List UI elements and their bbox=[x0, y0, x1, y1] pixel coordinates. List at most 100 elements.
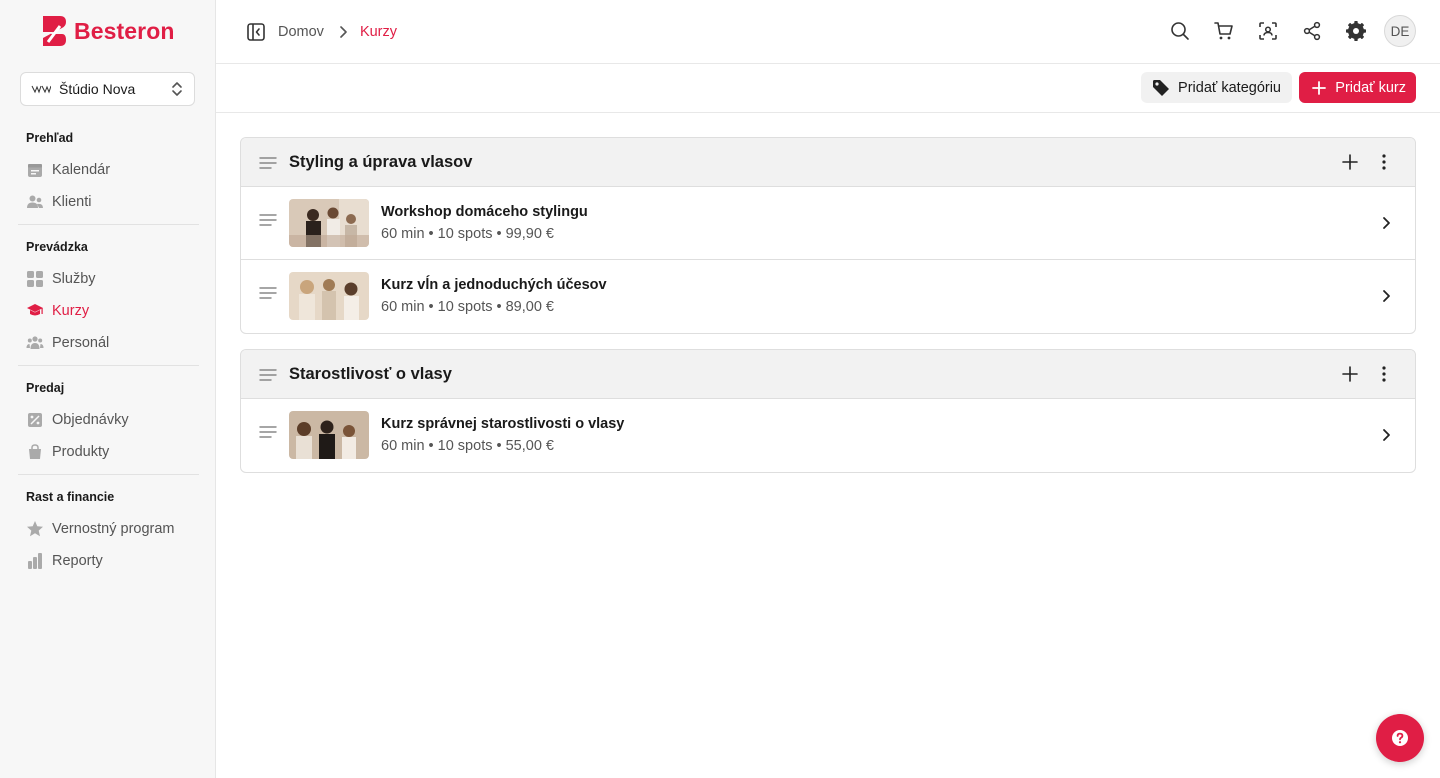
star-icon bbox=[26, 520, 44, 538]
help-button[interactable] bbox=[1376, 714, 1424, 762]
course-row[interactable]: Kurz správnej starostlivosti o vlasy 60 … bbox=[241, 399, 1415, 472]
sidebar-item-label: Vernostný program bbox=[52, 521, 175, 537]
plus-icon bbox=[1312, 80, 1327, 95]
course-meta: 60 min • 10 spots • 99,90 € bbox=[381, 226, 554, 242]
share-button[interactable] bbox=[1290, 14, 1334, 48]
gear-icon bbox=[1346, 21, 1366, 41]
scan-button[interactable] bbox=[1246, 14, 1290, 48]
nav-group-predaj: Predaj Objednávky Produkty bbox=[0, 378, 216, 468]
sidebar: Besteron Štúdio Nova Prehľad Kalendár Kl… bbox=[0, 0, 216, 778]
category-header: Starostlivosť o vlasy bbox=[241, 350, 1415, 399]
calendar-icon bbox=[26, 161, 44, 179]
breadcrumb-home[interactable]: Domov bbox=[278, 24, 324, 40]
nav-group-prevadzka: Prevádzka Služby Kurzy Personál bbox=[0, 237, 216, 359]
studio-name: Štúdio Nova bbox=[59, 81, 136, 97]
add-course-label: Pridať kurz bbox=[1335, 79, 1406, 96]
add-course-to-category-icon[interactable] bbox=[1341, 365, 1359, 383]
sidebar-divider bbox=[18, 365, 199, 366]
category-card: Styling a úprava vlasov Workshop domáceh… bbox=[240, 137, 1416, 334]
action-bar: Pridať kategóriu Pridať kurz bbox=[216, 64, 1440, 113]
course-row[interactable]: Kurz vĺn a jednoduchých účesov 60 min • … bbox=[241, 260, 1415, 333]
drag-handle-icon[interactable] bbox=[259, 213, 277, 227]
sidebar-item-label: Reporty bbox=[52, 553, 103, 569]
chevron-right-icon bbox=[1383, 290, 1390, 302]
course-title: Kurz správnej starostlivosti o vlasy bbox=[381, 416, 625, 432]
sidebar-item-reporty[interactable]: Reporty bbox=[0, 545, 216, 577]
category-header: Styling a úprava vlasov bbox=[241, 138, 1415, 187]
sidebar-item-label: Služby bbox=[52, 271, 96, 287]
category-title: Starostlivosť o vlasy bbox=[289, 364, 452, 383]
drag-handle-icon[interactable] bbox=[259, 368, 277, 382]
add-course-button[interactable]: Pridať kurz bbox=[1299, 72, 1416, 103]
nav-group-title: Prevádzka bbox=[26, 240, 88, 254]
course-thumbnail bbox=[289, 272, 369, 320]
drag-handle-icon[interactable] bbox=[259, 286, 277, 300]
chevron-right-icon bbox=[1383, 217, 1390, 229]
sidebar-collapse-icon[interactable] bbox=[246, 22, 266, 42]
more-vertical-icon[interactable] bbox=[1375, 365, 1393, 383]
drag-handle-icon[interactable] bbox=[259, 156, 277, 170]
course-row[interactable]: Workshop domáceho stylingu 60 min • 10 s… bbox=[241, 187, 1415, 260]
sidebar-item-klienti[interactable]: Klienti bbox=[0, 186, 216, 218]
settings-button[interactable] bbox=[1334, 14, 1378, 48]
nav-group-title: Rast a financie bbox=[26, 490, 115, 504]
bar-chart-icon bbox=[26, 552, 44, 570]
category-title: Styling a úprava vlasov bbox=[289, 152, 473, 171]
breadcrumb-current: Kurzy bbox=[359, 24, 398, 40]
chevron-right-icon bbox=[1383, 429, 1390, 441]
course-title: Kurz vĺn a jednoduchých účesov bbox=[381, 277, 607, 293]
users-icon bbox=[26, 193, 44, 211]
course-thumbnail bbox=[289, 199, 369, 247]
brand-name: Besteron bbox=[74, 17, 175, 44]
sidebar-item-label: Personál bbox=[52, 335, 110, 351]
search-button[interactable] bbox=[1158, 14, 1202, 48]
sidebar-item-objednavky[interactable]: Objednávky bbox=[0, 404, 216, 436]
nav-group-title: Predaj bbox=[26, 381, 65, 395]
nav-group-title: Prehľad bbox=[26, 131, 74, 145]
breadcrumb: Domov Kurzy bbox=[278, 22, 397, 42]
question-circle-icon bbox=[1392, 730, 1408, 746]
add-course-to-category-icon[interactable] bbox=[1341, 153, 1359, 171]
add-category-button[interactable]: Pridať kategóriu bbox=[1141, 72, 1292, 103]
course-meta: 60 min • 10 spots • 89,00 € bbox=[381, 299, 554, 315]
add-category-label: Pridať kategóriu bbox=[1178, 79, 1281, 96]
studio-selector[interactable]: Štúdio Nova bbox=[20, 72, 195, 106]
cart-icon bbox=[1214, 22, 1233, 40]
sidebar-item-produkty[interactable]: Produkty bbox=[0, 436, 216, 468]
search-icon bbox=[1171, 22, 1189, 40]
sidebar-item-kurzy[interactable]: Kurzy bbox=[0, 295, 216, 327]
sidebar-item-label: Produkty bbox=[52, 444, 110, 460]
bag-icon bbox=[26, 443, 44, 461]
team-icon bbox=[26, 334, 44, 352]
order-icon bbox=[26, 411, 44, 429]
sidebar-item-label: Klienti bbox=[52, 194, 92, 210]
sidebar-item-label: Objednávky bbox=[52, 412, 129, 428]
graduation-cap-icon bbox=[26, 302, 44, 320]
cart-button[interactable] bbox=[1202, 14, 1246, 48]
topbar: Domov Kurzy DE bbox=[216, 0, 1440, 64]
more-vertical-icon[interactable] bbox=[1375, 153, 1393, 171]
studio-logo-icon bbox=[31, 85, 51, 94]
tag-icon bbox=[1153, 79, 1170, 96]
category-card: Starostlivosť o vlasy Kurz správnej star… bbox=[240, 349, 1416, 473]
sidebar-item-label: Kalendár bbox=[52, 162, 111, 178]
avatar[interactable]: DE bbox=[1384, 15, 1416, 47]
sidebar-item-kalendar[interactable]: Kalendár bbox=[0, 154, 216, 186]
chevron-up-down-icon bbox=[172, 82, 182, 96]
scan-icon bbox=[1259, 22, 1277, 40]
chevron-right-icon bbox=[340, 26, 347, 38]
course-meta: 60 min • 10 spots • 55,00 € bbox=[381, 438, 554, 454]
sidebar-divider bbox=[18, 224, 199, 225]
drag-handle-icon[interactable] bbox=[259, 425, 277, 439]
sidebar-item-sluzby[interactable]: Služby bbox=[0, 263, 216, 295]
besteron-logo-icon bbox=[43, 16, 66, 46]
brand-logo[interactable]: Besteron bbox=[40, 14, 175, 48]
course-title: Workshop domáceho stylingu bbox=[381, 204, 588, 220]
nav-group-rast-a-financie: Rast a financie Vernostný program Report… bbox=[0, 487, 216, 577]
sidebar-item-personal[interactable]: Personál bbox=[0, 327, 216, 359]
sidebar-divider bbox=[18, 474, 199, 475]
topbar-actions: DE bbox=[1158, 14, 1440, 48]
sidebar-item-vernostny-program[interactable]: Vernostný program bbox=[0, 513, 216, 545]
sidebar-item-label: Kurzy bbox=[52, 303, 90, 319]
course-thumbnail bbox=[289, 411, 369, 459]
